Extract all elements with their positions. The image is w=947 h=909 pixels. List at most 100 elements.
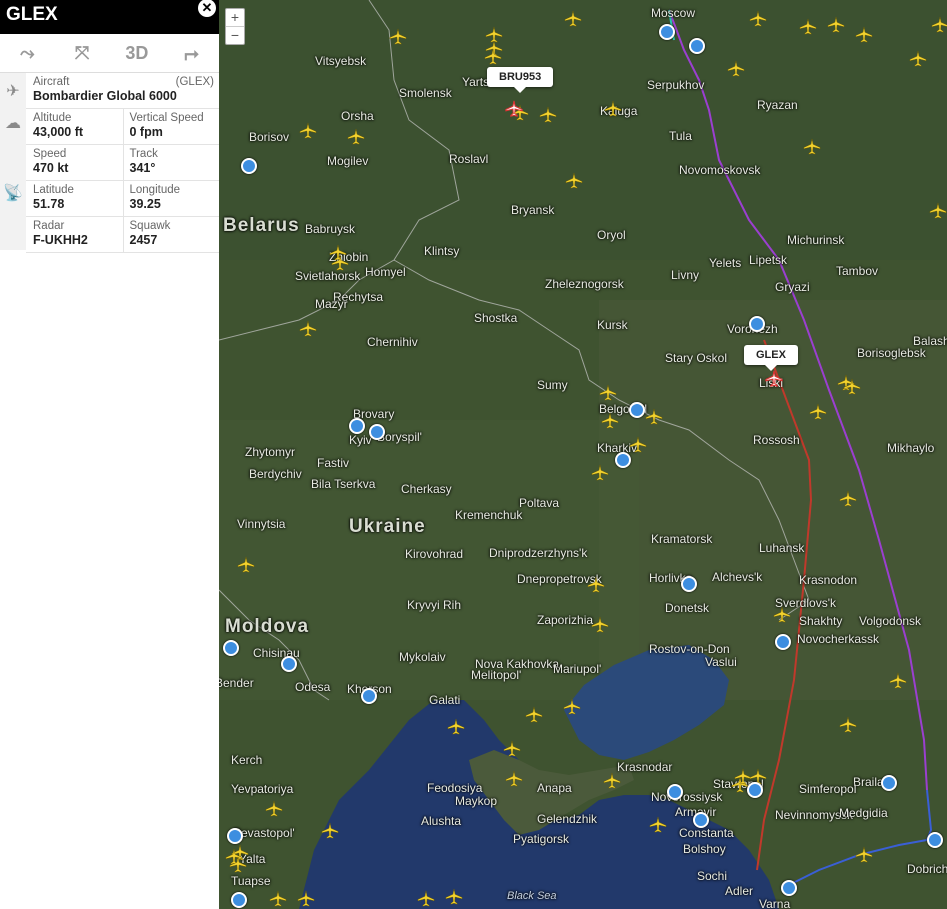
zoom-out-button[interactable]: −: [226, 26, 244, 44]
flight-details: Aircraft (GLEX) Bombardier Global 6000 A…: [26, 73, 219, 253]
aircraft-icon[interactable]: [563, 698, 581, 716]
aircraft-icon[interactable]: [591, 616, 609, 634]
aircraft-icon[interactable]: [603, 772, 621, 790]
airport-pin-icon[interactable]: [667, 784, 683, 800]
aircraft-icon[interactable]: [909, 50, 927, 68]
aircraft-icon[interactable]: [591, 464, 609, 482]
aircraft-icon[interactable]: [889, 672, 907, 690]
city-label: Lipetsk: [749, 253, 788, 267]
airport-pin-icon[interactable]: [615, 452, 631, 468]
airport-pin-icon[interactable]: [693, 812, 709, 828]
zoom-in-button[interactable]: +: [226, 9, 244, 26]
callout-bru953[interactable]: BRU953: [487, 67, 554, 93]
sea-label: Black Sea: [507, 890, 557, 902]
aircraft-icon[interactable]: [321, 822, 339, 840]
airport-pin-icon[interactable]: [747, 782, 763, 798]
city-label: Adler: [725, 884, 754, 898]
aircraft-icon[interactable]: [855, 846, 873, 864]
map-background: [219, 0, 947, 909]
aircraft-icon[interactable]: [565, 172, 583, 190]
aircraft-icon[interactable]: [604, 100, 622, 118]
aircraft-icon[interactable]: [484, 48, 502, 66]
city-label: Constanta: [679, 826, 734, 840]
fullscreen-button[interactable]: ⤧: [55, 34, 110, 72]
aircraft-icon[interactable]: [445, 888, 463, 906]
airport-pin-icon[interactable]: [349, 418, 365, 434]
aircraft-icon[interactable]: [587, 576, 605, 594]
airport-pin-icon[interactable]: [781, 880, 797, 896]
aircraft-icon[interactable]: [773, 606, 791, 624]
latitude-value: 51.78: [33, 197, 65, 211]
aircraft-icon[interactable]: [299, 122, 317, 140]
aircraft-icon[interactable]: [525, 706, 543, 724]
3d-button[interactable]: 3D: [110, 34, 165, 72]
city-label: Kryvyi Rih: [407, 598, 462, 612]
route-button[interactable]: ⤳: [0, 34, 55, 72]
airport-pin-icon[interactable]: [369, 424, 385, 440]
share-button[interactable]: ⮣: [164, 34, 219, 72]
aircraft-icon[interactable]: [265, 800, 283, 818]
aircraft-icon[interactable]: [839, 716, 857, 734]
aircraft-icon[interactable]: [727, 60, 745, 78]
city-label: Bender: [219, 676, 254, 690]
aircraft-icon[interactable]: [329, 244, 347, 262]
radar-label: Radar: [33, 220, 65, 232]
aircraft-icon[interactable]: [855, 26, 873, 44]
aircraft-icon[interactable]: [645, 408, 663, 426]
aircraft-icon[interactable]: [601, 412, 619, 430]
city-label: Mykolaiv: [399, 650, 446, 664]
aircraft-icon[interactable]: [827, 16, 845, 34]
aircraft-icon[interactable]: [803, 138, 821, 156]
glex-aircraft-icon[interactable]: [765, 370, 783, 388]
city-label: Yelets: [709, 256, 742, 270]
aircraft-icon[interactable]: [237, 556, 255, 574]
aircraft-icon[interactable]: [269, 890, 287, 908]
aircraft-icon[interactable]: [929, 202, 947, 220]
aircraft-icon[interactable]: [297, 890, 315, 908]
aircraft-icon[interactable]: [539, 106, 557, 124]
city-label: Michurinsk: [787, 233, 845, 247]
squawk-label: Squawk: [129, 220, 171, 232]
aircraft-icon[interactable]: [799, 18, 817, 36]
aircraft-icon[interactable]: [347, 128, 365, 146]
aircraft-icon[interactable]: [503, 740, 521, 758]
aircraft-icon[interactable]: [505, 770, 523, 788]
detail-row: Speed 470 kt Track 341°: [26, 145, 219, 181]
airport-pin-icon[interactable]: [775, 634, 791, 650]
airport-pin-icon[interactable]: [231, 892, 247, 908]
aircraft-icon[interactable]: [389, 28, 407, 46]
altitude-label: Altitude: [33, 112, 72, 124]
airport-pin-icon[interactable]: [227, 828, 243, 844]
airport-pin-icon[interactable]: [881, 775, 897, 791]
vertical-speed-label: Vertical Speed: [129, 112, 204, 124]
city-label: Novocherkassk: [797, 632, 880, 646]
aircraft-icon[interactable]: [299, 320, 317, 338]
bru953-aircraft-icon[interactable]: [505, 100, 523, 118]
airport-pin-icon[interactable]: [749, 316, 765, 332]
aircraft-icon[interactable]: [417, 890, 435, 908]
aircraft-icon[interactable]: [931, 16, 947, 34]
airport-pin-icon[interactable]: [241, 158, 257, 174]
airport-pin-icon[interactable]: [361, 688, 377, 704]
airport-pin-icon[interactable]: [223, 640, 239, 656]
aircraft-icon[interactable]: [839, 490, 857, 508]
aircraft-icon[interactable]: [447, 718, 465, 736]
airport-pin-icon[interactable]: [281, 656, 297, 672]
aircraft-icon[interactable]: [629, 436, 647, 454]
airport-pin-icon[interactable]: [689, 38, 705, 54]
callout-glex[interactable]: GLEX: [744, 345, 798, 371]
aircraft-icon[interactable]: [229, 856, 247, 874]
close-icon[interactable]: ✕: [198, 0, 216, 17]
aircraft-icon[interactable]: [749, 10, 767, 28]
airport-pin-icon[interactable]: [659, 24, 675, 40]
flight-map[interactable]: + − Moscow Vitsyebsk Smolensk Yarts Serpukho…: [219, 0, 947, 909]
airport-pin-icon[interactable]: [681, 576, 697, 592]
aircraft-icon[interactable]: [564, 10, 582, 28]
aircraft-icon[interactable]: [599, 384, 617, 402]
aircraft-icon[interactable]: [843, 378, 861, 396]
aircraft-icon[interactable]: [649, 816, 667, 834]
panel-side-icons: ✈ ☁ 📡: [0, 73, 26, 250]
airport-pin-icon[interactable]: [927, 832, 943, 848]
airport-pin-icon[interactable]: [629, 402, 645, 418]
aircraft-icon[interactable]: [809, 403, 827, 421]
